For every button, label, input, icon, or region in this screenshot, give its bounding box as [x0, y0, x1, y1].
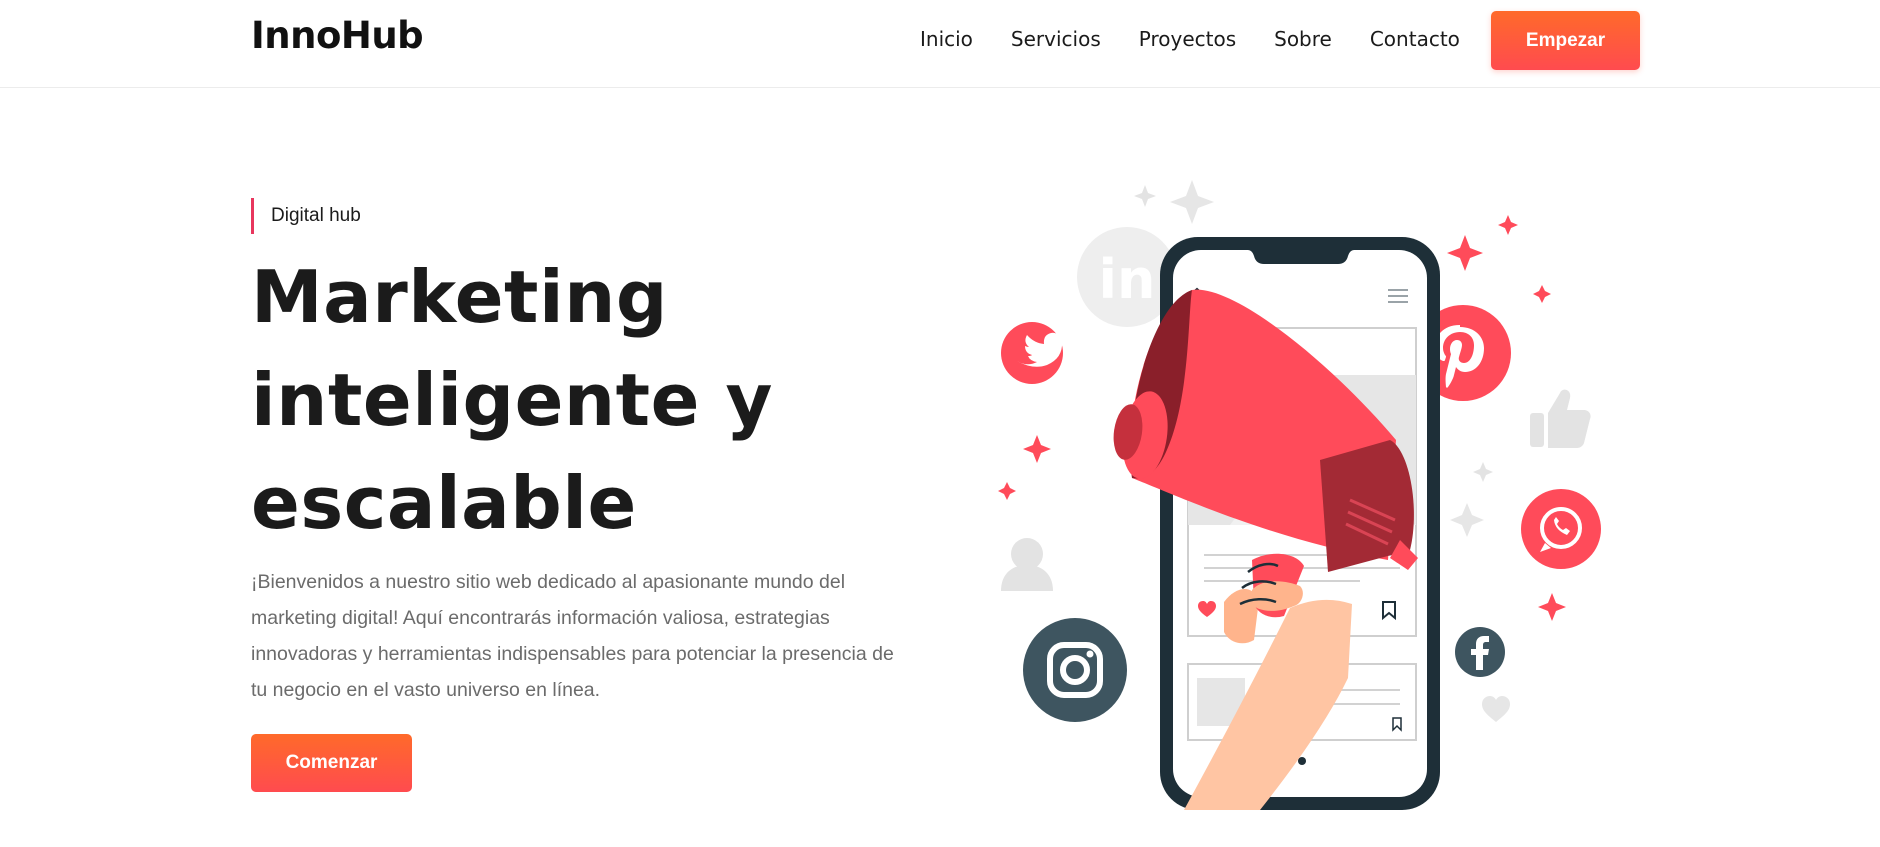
start-button[interactable]: Empezar [1491, 11, 1640, 70]
nav-item-servicios[interactable]: Servicios [1011, 27, 1101, 51]
intro-line: marketing digital! Aquí encontrarás info… [251, 607, 830, 629]
headline-line: inteligente y [251, 358, 773, 442]
intro-line: ¡Bienvenidos a nuestro sitio web dedicad… [251, 571, 846, 593]
site-header: InnoHub Inicio Servicios Proyectos Sobre… [0, 0, 1880, 88]
whatsapp-icon [1521, 489, 1601, 569]
hero-illustration: in [998, 180, 1601, 810]
hero-intro: ¡Bienvenidos a nuestro sitio web dedicad… [251, 564, 921, 708]
user-icon [1001, 538, 1053, 591]
heart-icon [1482, 696, 1510, 722]
intro-line: tu negocio en el vasto universo en línea… [251, 679, 601, 701]
main-nav: Inicio Servicios Proyectos Sobre Contact… [920, 0, 1460, 78]
twitter-icon [1001, 322, 1066, 384]
nav-item-proyectos[interactable]: Proyectos [1139, 27, 1236, 51]
nav-item-sobre[interactable]: Sobre [1274, 27, 1332, 51]
get-started-button[interactable]: Comenzar [251, 734, 412, 792]
nav-item-inicio[interactable]: Inicio [920, 27, 973, 51]
nav-item-contacto[interactable]: Contacto [1370, 27, 1460, 51]
thumbs-up-icon [1530, 389, 1591, 448]
intro-line: innovadoras y herramientas indispensable… [251, 643, 894, 665]
headline-line: Marketing [251, 255, 668, 339]
headline-line: escalable [251, 461, 637, 545]
eyebrow-label: Digital hub [251, 198, 361, 234]
instagram-icon [1023, 618, 1127, 722]
hero-headline: Marketing inteligente y escalable [251, 246, 851, 555]
logo[interactable]: InnoHub [251, 14, 424, 57]
facebook-icon [1455, 627, 1505, 677]
svg-text:in: in [1099, 248, 1156, 311]
